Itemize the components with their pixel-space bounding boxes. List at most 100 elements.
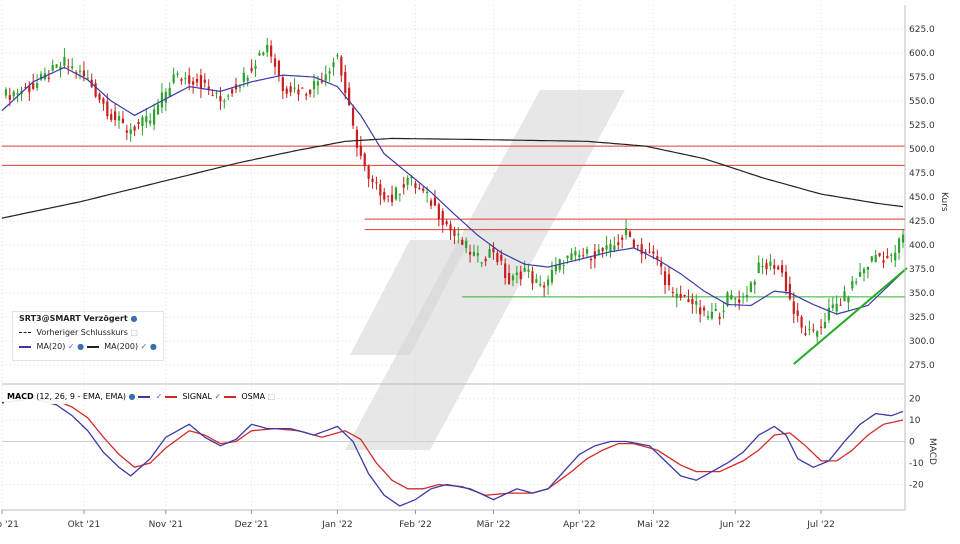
macd-swatch-icon [138,395,151,398]
legend-ma-row: MA(20) ✓ ● MA(200) ✓ ● [13,340,163,354]
candle-body [192,81,195,85]
candle-body [312,81,316,90]
candle-body [882,260,885,263]
legend-instrument: SRT3@SMART Verzögert [19,314,128,323]
candle-body [238,86,242,88]
time-tick-label: Nov '21 [149,520,183,530]
globe-icon[interactable]: ● [129,392,136,401]
candle-body [831,304,834,308]
candle-body [769,261,772,266]
candle-body [137,121,140,124]
candle-body [145,116,148,123]
candle-body [465,240,468,248]
candle-body [855,281,858,283]
candle-body [722,310,725,312]
globe-icon[interactable]: ● [150,342,157,351]
dashed-line-icon [19,332,31,333]
candle-body [262,52,265,56]
candle-body [695,301,698,305]
candle-body [273,58,277,67]
candle-body [398,194,401,196]
checkbox-icon[interactable]: □ [130,328,138,337]
macd-legend: MACD (12, 26, 9 - EMA, EMA) ● ✓ SIGNAL ✓… [4,390,279,404]
legend-ma20: MA(20) [36,342,66,351]
signal-swatch-icon [164,395,177,398]
ma200-swatch-icon [86,345,99,348]
candle-body [562,265,565,267]
globe-icon[interactable]: ● [131,314,138,323]
candle-body [344,71,347,94]
candle-body [320,81,323,83]
candle-body [133,126,136,131]
candle-body [851,280,854,289]
candle-body [484,258,487,262]
candle-body [671,291,674,293]
check-icon[interactable]: ✓ [215,392,222,401]
globe-icon[interactable]: ● [77,342,84,351]
candle-body [390,194,394,203]
candle-body [429,200,433,206]
candle-body [468,251,472,255]
candle-body [476,253,479,256]
candle-body [788,283,791,300]
candle-body [862,269,866,274]
candle-body [285,88,288,94]
time-tick-label: Mär '22 [477,520,511,530]
price-tick-label: 475.0 [909,169,935,179]
candle-body [858,272,862,277]
candle-body [570,253,573,261]
price-tick-label: 300.0 [909,337,935,347]
time-tick-label: Dez '21 [235,520,269,530]
macd-tick-label: 20 [909,395,921,405]
candle-body [215,92,218,94]
candle-body [757,262,760,274]
candle-body [305,94,308,96]
ma200-line [1,137,904,219]
candle-body [149,120,152,124]
candle-body [511,275,515,281]
candle-body [480,262,483,264]
candle-body [12,91,15,97]
candle-body [219,96,222,102]
macd-line [1,397,904,507]
price-tick-label: 375.0 [909,265,935,275]
candle-body [589,259,593,261]
check-icon[interactable]: ✓ [68,342,75,351]
time-tick-label: Jul '22 [806,520,835,530]
candle-body [804,333,807,335]
macd-tick-label: -20 [909,481,924,491]
candle-body [609,243,612,251]
legend-prev-close-row: Vorheriger Schlusskurs □ [13,326,163,340]
candle-body [106,101,109,117]
candle-body [734,298,737,300]
candle-body [652,251,655,254]
candle-body [375,182,378,184]
candle-body [301,87,304,89]
time-tick-label: Sep '21 [0,520,19,530]
candle-body [527,269,530,272]
candle-body [67,66,70,68]
legend-macd-params: (12, 26, 9 - EMA, EMA) [36,392,126,401]
candle-body [706,316,710,318]
chart-canvas: 275.0 300.0 325.0 350.0 375.0 400.0 425.0 450.0… [0,5,949,530]
candle-body [679,293,682,298]
time-tick-label: Feb '22 [399,520,432,530]
candle-body [496,253,499,263]
candle-body [897,238,901,253]
watermark-logo [345,90,625,450]
candle-body [636,244,639,246]
price-tick-label: 275.0 [909,361,935,371]
candle-body [418,188,421,190]
checkbox-icon[interactable]: □ [268,392,276,401]
candle-body [621,237,624,240]
candle-body [613,245,616,250]
candle-body [714,308,717,312]
check-icon[interactable]: ✓ [141,342,148,351]
price-tick-label: 600.0 [909,49,935,59]
candle-body [710,311,713,319]
candle-body [164,92,167,103]
check-icon[interactable]: ✓ [156,392,163,401]
candle-body [371,178,374,182]
candle-body [242,72,245,82]
candle-body [110,113,113,120]
